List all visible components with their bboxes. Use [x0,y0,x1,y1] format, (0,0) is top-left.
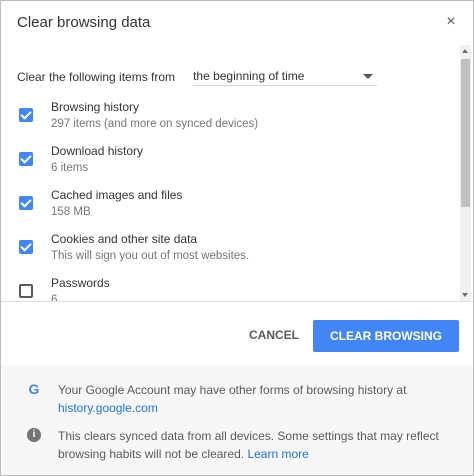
divider [1,301,473,302]
scroll-down-arrow-icon[interactable] [462,293,468,297]
time-range-value: the beginning of time [193,69,305,83]
item-subtitle: 158 MB [51,206,91,218]
clear-browsing-data-dialog: Clear browsing data × Clear the followin… [0,0,474,476]
list-item-download-history[interactable]: Download history 6 items [17,141,457,185]
item-subtitle: This will sign you out of most websites. [51,250,250,262]
scroll-up-arrow-icon[interactable] [462,49,468,53]
learn-more-link[interactable]: Learn more [247,447,308,461]
chevron-down-icon [363,73,374,79]
cookies-checkbox[interactable] [19,240,33,254]
google-note-text: Your Google Account may have other forms… [58,383,407,397]
list-item-browsing-history[interactable]: Browsing history 297 items (and more on … [17,97,457,141]
cancel-button[interactable]: CANCEL [244,320,304,350]
dialog-title: Clear browsing data [17,14,151,31]
close-icon[interactable]: × [443,13,459,31]
history-google-link[interactable]: history.google.com [58,401,158,415]
browsing-history-checkbox[interactable] [19,108,33,122]
time-range-select[interactable]: the beginning of time [193,67,378,86]
item-title: Cookies and other site data [51,232,198,246]
list-item-passwords[interactable]: Passwords 6 [17,273,457,301]
scrollbar[interactable] [460,45,471,301]
info-icon: i [27,428,41,442]
download-history-checkbox[interactable] [19,152,33,166]
clear-browsing-data-button[interactable]: CLEAR BROWSING DATA [313,320,459,375]
note-text: This clears synced data from all devices… [58,427,453,463]
list-item-cookies[interactable]: Cookies and other site data This will si… [17,229,457,273]
item-title: Passwords [51,276,110,290]
item-subtitle: 6 [51,294,58,301]
passwords-checkbox[interactable] [19,284,33,298]
google-g-icon: G [28,381,40,397]
time-range-label: Clear the following items from [17,69,176,84]
scrollbar-thumb[interactable] [461,59,470,207]
options-scroll-area[interactable]: Clear the following items from the begin… [1,45,459,301]
item-subtitle: 297 items (and more on synced devices) [51,118,259,130]
footer-notes: G Your Google Account may have other for… [1,365,473,475]
note-text: Your Google Account may have other forms… [58,381,453,417]
item-title: Cached images and files [51,188,183,202]
item-subtitle: 6 items [51,162,89,174]
data-type-list: Browsing history 297 items (and more on … [17,97,457,301]
list-item-cached-images[interactable]: Cached images and files 158 MB [17,185,457,229]
item-title: Download history [51,144,144,158]
item-title: Browsing history [51,100,140,114]
cached-images-checkbox[interactable] [19,196,33,210]
time-range-row: Clear the following items from the begin… [17,67,378,86]
